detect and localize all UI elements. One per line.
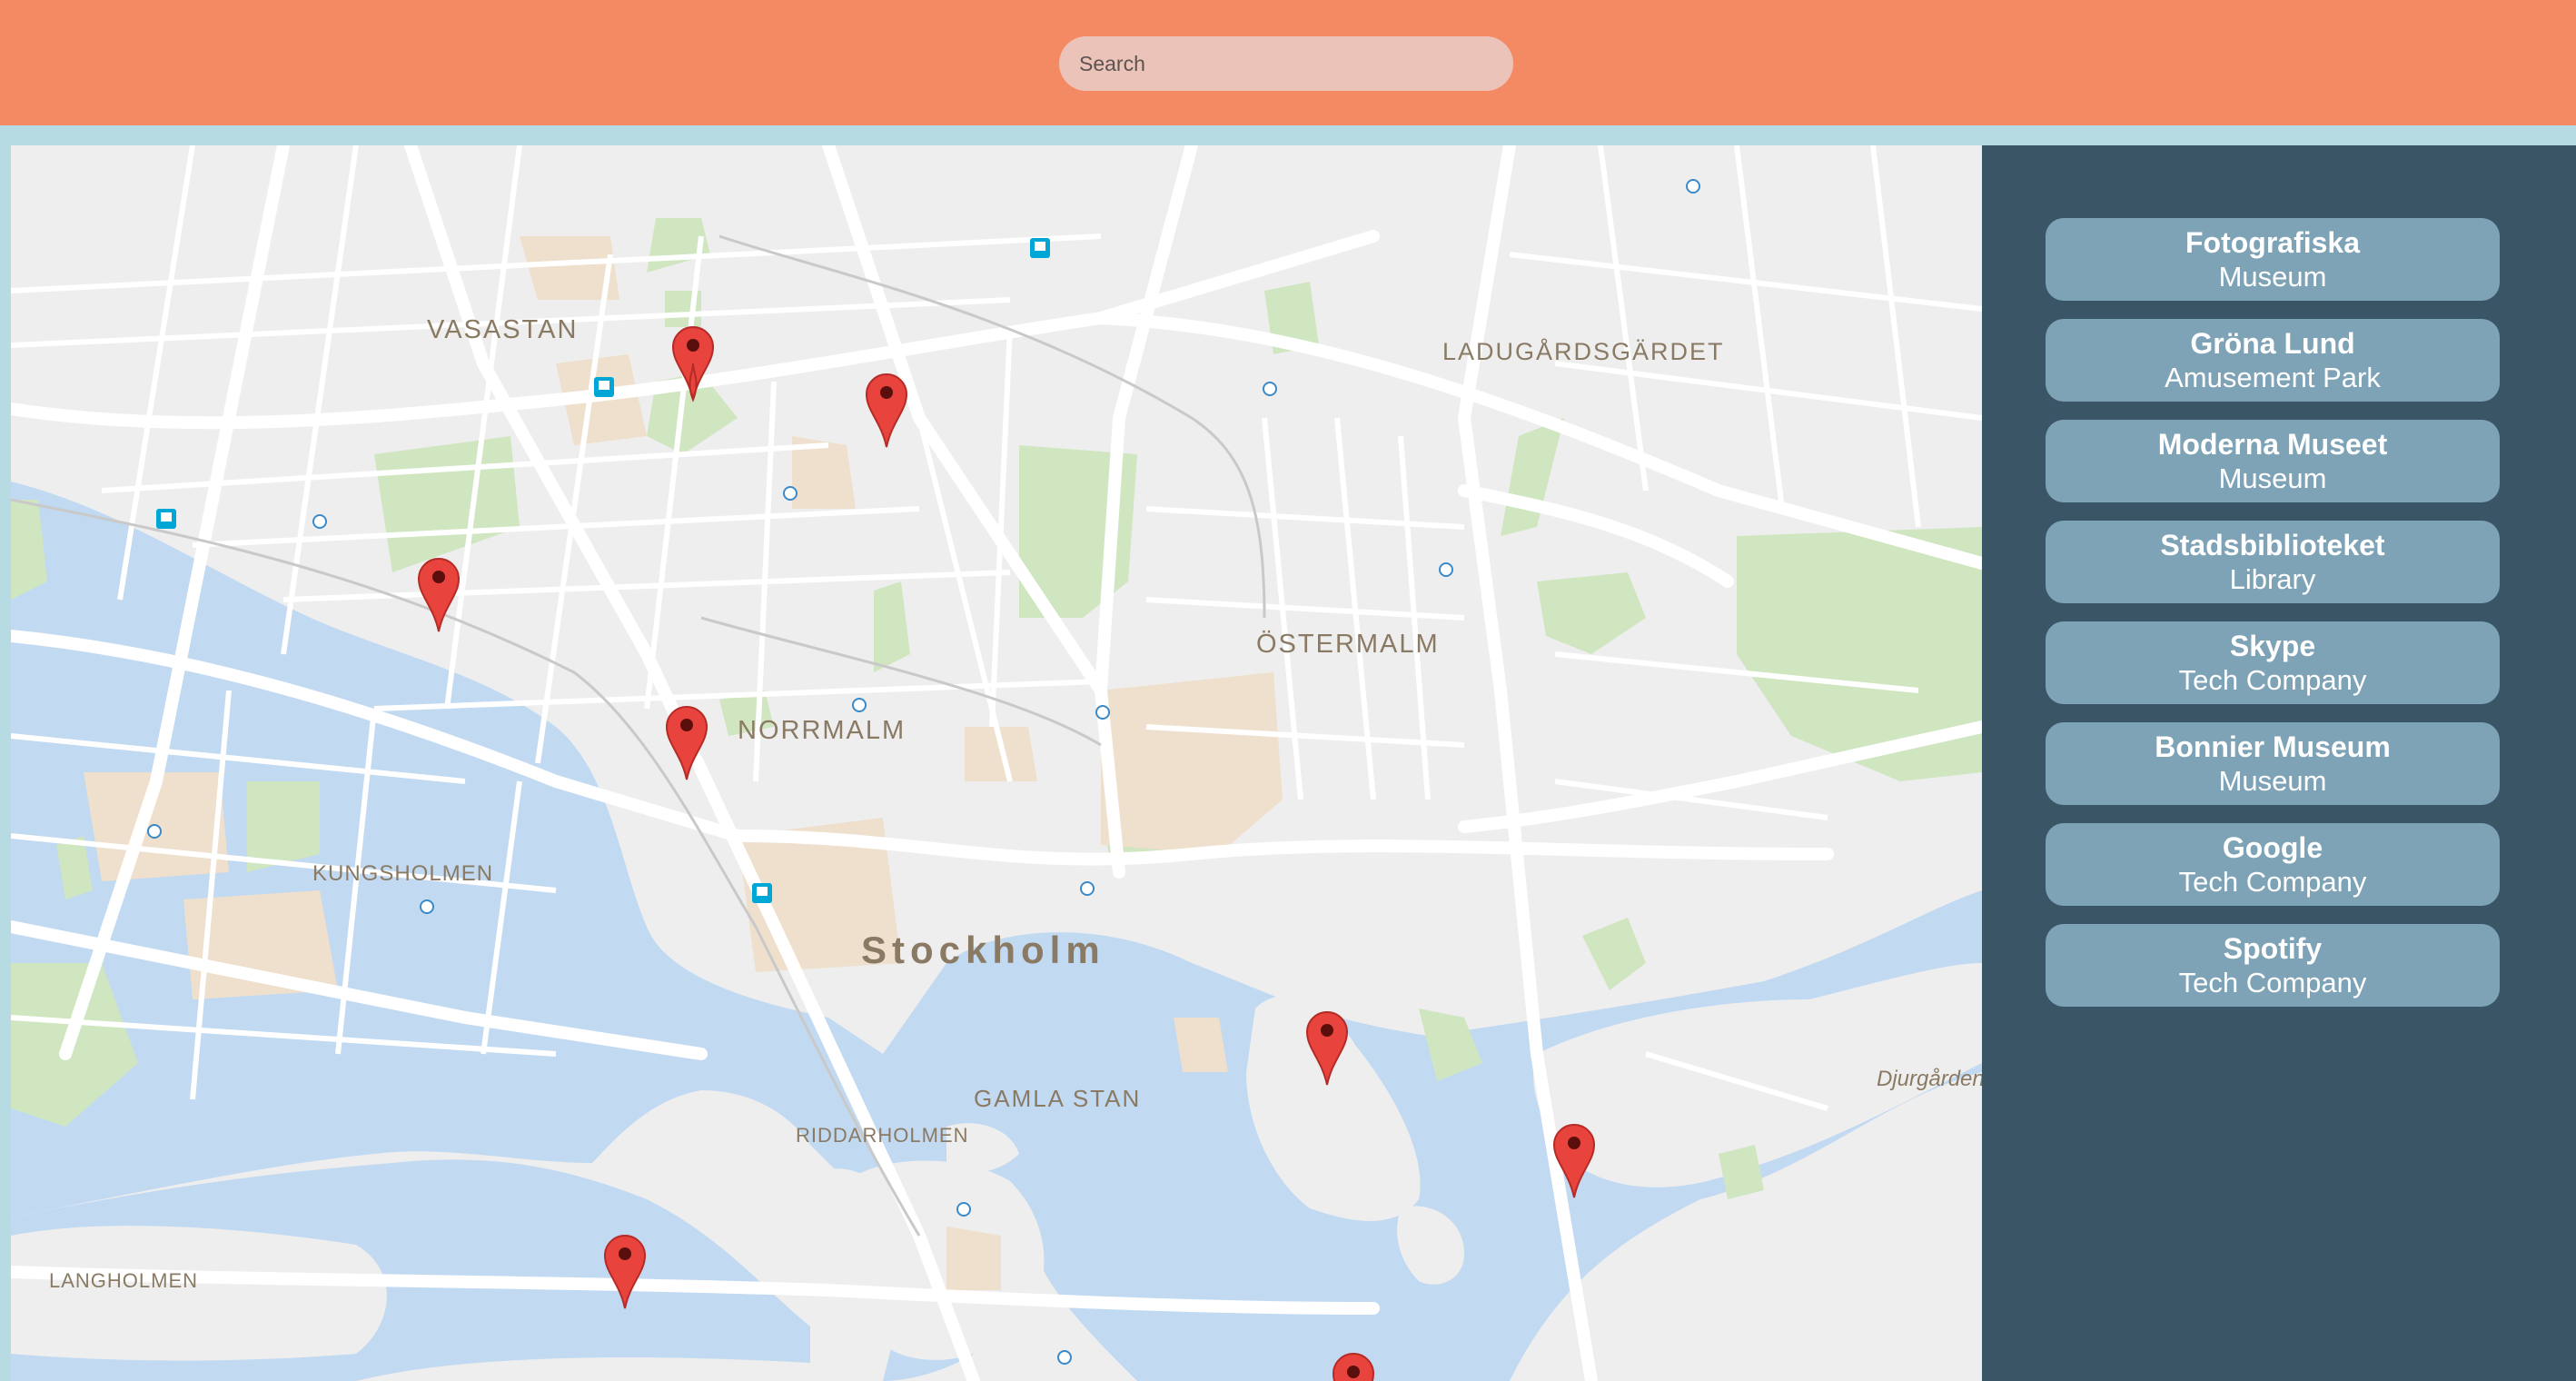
metro-icon: [1057, 1350, 1072, 1365]
metro-icon: [420, 899, 434, 914]
place-type: Tech Company: [2178, 664, 2367, 696]
label-norrmalm: NORRMALM: [738, 716, 906, 745]
place-name: Moderna Museet: [2157, 428, 2388, 461]
label-stockholm: Stockholm: [861, 929, 1105, 971]
label-kungsholmen: KUNGSHOLMEN: [312, 861, 493, 886]
map-canvas[interactable]: VASASTAN LADUGÅRDSGÄRDET ÖSTERMALM NORRM…: [11, 145, 1982, 1381]
place-button-grona-lund[interactable]: Gröna Lund Amusement Park: [2046, 319, 2500, 402]
metro-icon: [1095, 705, 1110, 720]
label-ladugardsgardet: LADUGÅRDSGÄRDET: [1442, 337, 1725, 365]
place-name: Bonnier Museum: [2155, 730, 2391, 763]
label-ostermalm: ÖSTERMALM: [1256, 630, 1440, 659]
place-button-skype[interactable]: Skype Tech Company: [2046, 621, 2500, 704]
place-type: Tech Company: [2178, 967, 2367, 998]
label-djurgarden: Djurgården: [1877, 1067, 1982, 1091]
place-type: Museum: [2218, 261, 2327, 293]
place-type: Museum: [2218, 765, 2327, 797]
metro-icon: [956, 1202, 971, 1217]
metro-icon: [1263, 382, 1277, 396]
train-station-icon: [156, 509, 176, 529]
place-button-google[interactable]: Google Tech Company: [2046, 823, 2500, 906]
header-bar: [0, 0, 2576, 125]
label-vasastan: VASASTAN: [427, 315, 578, 344]
place-name: Stadsbiblioteket: [2160, 529, 2385, 561]
place-button-bonnier-museum[interactable]: Bonnier Museum Museum: [2046, 722, 2500, 805]
metro-icon: [312, 514, 327, 529]
place-type: Amusement Park: [2165, 362, 2381, 393]
train-station-icon: [594, 377, 614, 397]
place-name: Gröna Lund: [2190, 327, 2355, 360]
search-input[interactable]: [1059, 36, 1513, 91]
map[interactable]: VASASTAN LADUGÅRDSGÄRDET ÖSTERMALM NORRM…: [11, 145, 1982, 1381]
place-button-moderna-museet[interactable]: Moderna Museet Museum: [2046, 420, 2500, 502]
place-name: Fotografiska: [2185, 226, 2361, 259]
place-button-spotify[interactable]: Spotify Tech Company: [2046, 924, 2500, 1007]
place-type: Tech Company: [2178, 866, 2367, 898]
label-riddarholmen: RIDDARHOLMEN: [796, 1124, 968, 1147]
place-type: Museum: [2218, 462, 2327, 494]
label-gamla-stan: GAMLA STAN: [974, 1085, 1141, 1112]
metro-icon: [1080, 881, 1095, 896]
label-langholmen: LANGHOLMEN: [49, 1269, 198, 1292]
place-button-stadsbiblioteket[interactable]: Stadsbiblioteket Library: [2046, 521, 2500, 603]
train-station-icon: [752, 883, 772, 903]
place-name: Google: [2222, 831, 2323, 864]
metro-icon: [1439, 562, 1453, 577]
metro-icon: [1686, 179, 1700, 194]
train-station-icon: [1030, 238, 1050, 258]
metro-icon: [147, 824, 162, 839]
places-sidebar: Fotografiska Museum Gröna Lund Amusement…: [1982, 145, 2576, 1381]
metro-icon: [852, 698, 867, 712]
place-name: Skype: [2229, 630, 2316, 662]
place-name: Spotify: [2223, 932, 2323, 965]
place-type: Library: [2229, 563, 2316, 595]
place-button-fotografiska[interactable]: Fotografiska Museum: [2046, 218, 2500, 301]
metro-icon: [783, 486, 798, 501]
